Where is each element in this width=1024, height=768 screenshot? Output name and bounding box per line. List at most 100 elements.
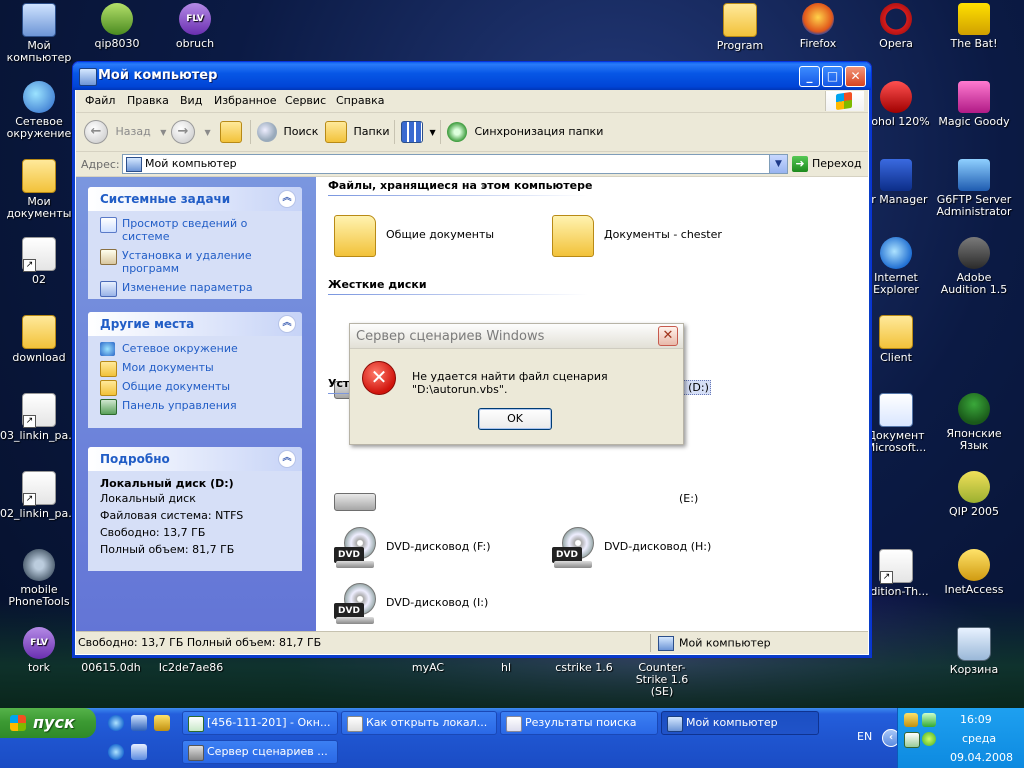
tray-vc-icon[interactable] — [904, 732, 920, 748]
up-folder-button[interactable] — [220, 120, 242, 144]
menu-favorites[interactable]: Избранное — [214, 94, 276, 107]
desktop-icon-02-linkin[interactable]: 02_linkin_pa... — [0, 471, 79, 520]
place-shared-documents[interactable]: Общие документы — [100, 380, 292, 396]
computer-icon — [658, 636, 674, 651]
menu-tools[interactable]: Сервис — [285, 94, 326, 107]
window-titlebar[interactable]: Мой компьютер _ □ ✕ — [73, 62, 871, 90]
desktop-icon-inetaccess[interactable]: InetAccess — [935, 549, 1013, 596]
desktop-icon-g6ftp[interactable]: G6FTP Server Administrator — [935, 159, 1013, 218]
tray-clock[interactable]: 16:09 — [960, 713, 992, 726]
desktop-icon-mobile-phonetools[interactable]: mobile PhoneTools — [0, 549, 78, 608]
desktop-icon-03-linkin[interactable]: 03_linkin_pa... — [0, 393, 79, 442]
flv-icon: FLV — [179, 3, 211, 35]
taskbar-item-my-computer[interactable]: Мой компьютер — [661, 711, 819, 735]
desktop-icon-adobe-audition[interactable]: Adobe Audition 1.5 — [935, 237, 1013, 296]
go-button[interactable]: ➜ Переход — [792, 154, 862, 174]
task-view-system-info[interactable]: Просмотр сведений о системе — [100, 217, 292, 243]
panel-title: Подробно — [100, 452, 170, 466]
desktop-icon-myac[interactable]: myAC — [389, 662, 467, 674]
close-button[interactable]: ✕ — [845, 66, 866, 87]
taskbar: пуск [456-111-201] - Окн... Как открыть … — [0, 708, 1024, 768]
place-label: Сетевое окружение — [122, 342, 238, 355]
address-input[interactable]: Мой компьютер ▼ — [122, 154, 788, 174]
quicklaunch-desktop-icon[interactable] — [131, 715, 147, 731]
taskbar-item-browser[interactable]: Как открыть локал... — [341, 711, 497, 735]
item-drive-e[interactable]: (E:) — [616, 477, 746, 521]
desktop-icon-magic-goody[interactable]: Magic Goody — [935, 81, 1013, 128]
word-document-icon — [879, 393, 913, 427]
item-dvd-i[interactable]: DVD DVD-дисковод (I:) — [334, 581, 534, 625]
sync-folder-button[interactable]: Синхронизация папки — [447, 120, 603, 144]
quicklaunch-ie2-icon[interactable] — [108, 744, 124, 760]
language-indicator[interactable]: EN — [857, 730, 872, 743]
item-documents-chester[interactable]: Документы - chester — [552, 213, 752, 257]
desktop-icon-download[interactable]: download — [0, 315, 78, 364]
dialog-close-button[interactable]: ✕ — [658, 326, 678, 346]
desktop-icon-my-computer[interactable]: Мой компьютер — [0, 3, 78, 64]
tray-qip-icon[interactable] — [922, 732, 936, 746]
desktop-icon-label: cstrike 1.6 — [555, 661, 613, 674]
far-manager-icon — [880, 159, 912, 191]
collapse-chevron-icon[interactable]: ︽ — [278, 190, 296, 208]
desktop-icon-recycle-bin[interactable]: Корзина — [935, 627, 1013, 676]
desktop-icon-00615[interactable]: 00615.0dh — [72, 662, 150, 674]
item-shared-documents[interactable]: Общие документы — [334, 213, 534, 257]
toolbar-separator — [394, 120, 395, 144]
tray-network-icon[interactable] — [922, 713, 936, 727]
taskbar-item-search-results[interactable]: Результаты поиска — [500, 711, 658, 735]
address-dropdown-button[interactable]: ▼ — [769, 155, 787, 173]
desktop-icon-firefox[interactable]: Firefox — [779, 3, 857, 50]
item-dvd-h[interactable]: DVD DVD-дисковод (H:) — [552, 525, 752, 569]
forward-button[interactable]: → ▼ — [171, 120, 211, 144]
other-places-header[interactable]: Другие места ︽ — [88, 312, 302, 336]
folders-button[interactable]: Папки — [325, 120, 390, 144]
desktop-icon-cstrike[interactable]: cstrike 1.6 — [545, 662, 623, 674]
quicklaunch-ie-icon[interactable] — [108, 715, 124, 731]
task-add-remove-programs[interactable]: Установка и удаление программ — [100, 249, 292, 275]
collapse-chevron-icon[interactable]: ︽ — [278, 315, 296, 333]
desktop-icon-counter-strike[interactable]: Counter-Strike 1.6 (SE) — [623, 662, 701, 698]
desktop-icon-ic2de7ae86[interactable]: Ic2de7ae86 — [152, 662, 230, 674]
taskbar-item-script-host[interactable]: Сервер сценариев ... — [182, 740, 338, 764]
item-dvd-f[interactable]: DVD DVD-дисковод (F:) — [334, 525, 534, 569]
system-tasks-header[interactable]: Системные задачи ︽ — [88, 187, 302, 211]
desktop-icon-obruch[interactable]: FLV obruch — [156, 3, 234, 50]
group-title-files: Файлы, хранящиеся на этом компьютере — [328, 179, 593, 192]
details-header[interactable]: Подробно ︽ — [88, 447, 302, 471]
desktop-icon-opera[interactable]: Opera — [857, 3, 935, 50]
quicklaunch-app-icon[interactable] — [154, 715, 170, 731]
back-button[interactable]: ← Назад ▼ — [84, 120, 166, 144]
collapse-chevron-icon[interactable]: ︽ — [278, 450, 296, 468]
item-drive-partial[interactable] — [334, 477, 534, 521]
menu-help[interactable]: Справка — [336, 94, 384, 107]
menu-file[interactable]: Файл — [85, 94, 115, 107]
desktop-icon-network[interactable]: Сетевое окружение — [0, 81, 78, 140]
start-button[interactable]: пуск — [0, 708, 96, 738]
quicklaunch-media-icon[interactable] — [131, 744, 147, 760]
place-network[interactable]: Сетевое окружение — [100, 342, 292, 356]
search-button[interactable]: Поиск — [257, 120, 318, 144]
menu-view[interactable]: Вид — [180, 94, 202, 107]
ok-button[interactable]: OK — [478, 408, 552, 430]
desktop-icon-my-documents[interactable]: Мои документы — [0, 159, 78, 220]
taskbar-item-notepad[interactable]: [456-111-201] - Окн... — [182, 711, 338, 735]
place-control-panel[interactable]: Панель управления — [100, 399, 292, 415]
desktop-icon-japanese[interactable]: Японские Язык — [935, 393, 1013, 452]
dialog-titlebar[interactable]: Сервер сценариев Windows ✕ — [350, 324, 683, 349]
desktop-icon-program[interactable]: Program — [701, 3, 779, 52]
tray-app-icon[interactable] — [904, 713, 918, 727]
task-change-setting[interactable]: Изменение параметра — [100, 281, 292, 297]
maximize-button[interactable]: □ — [822, 66, 843, 87]
desktop-icon-tork[interactable]: FLV tork — [0, 627, 78, 674]
shortcut-icon — [22, 393, 56, 428]
desktop-icon-02[interactable]: 02 — [0, 237, 78, 286]
desktop-icon-qip2005[interactable]: QIP 2005 — [935, 471, 1013, 518]
computer-icon — [126, 157, 142, 172]
desktop-icon-qip8030[interactable]: qip8030 — [78, 3, 156, 50]
minimize-button[interactable]: _ — [799, 66, 820, 87]
views-button[interactable]: ▼ — [401, 120, 436, 144]
menu-edit[interactable]: Правка — [127, 94, 169, 107]
place-my-documents[interactable]: Мои документы — [100, 361, 292, 377]
desktop-icon-the-bat[interactable]: The Bat! — [935, 3, 1013, 50]
desktop-icon-hl[interactable]: hl — [467, 662, 545, 674]
